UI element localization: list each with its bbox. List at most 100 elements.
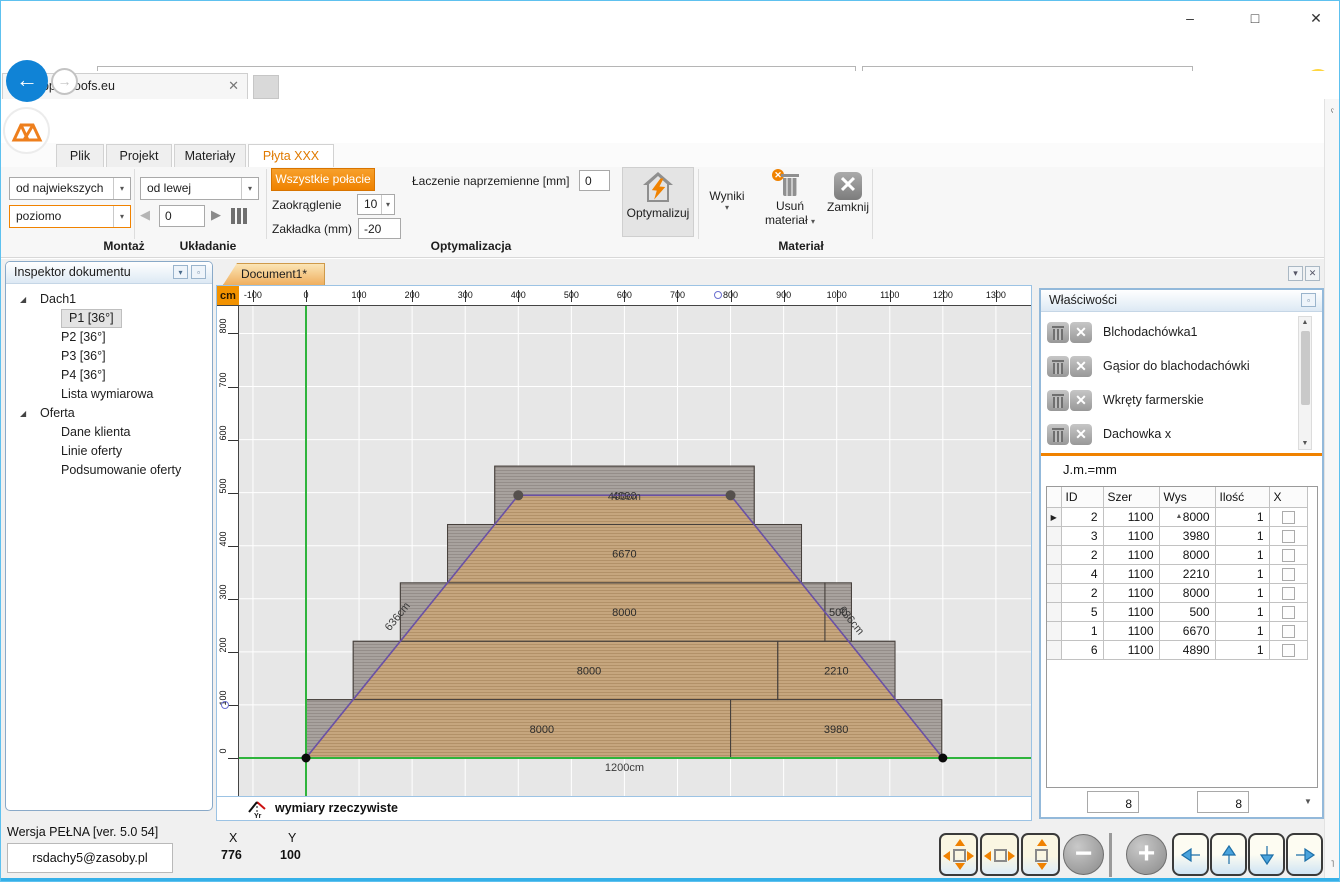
- step-left-icon[interactable]: ◀: [140, 207, 150, 223]
- chevron-down-icon[interactable]: ▾: [241, 178, 258, 199]
- tree-item[interactable]: Lista wymiarowa: [6, 385, 212, 404]
- column-header[interactable]: X: [1269, 487, 1307, 508]
- drawing-area[interactable]: 80003980800022108000500667048901200cm400…: [239, 306, 1031, 796]
- scroll-thumb[interactable]: [1301, 331, 1310, 405]
- scroll-up-icon[interactable]: ˤ: [1325, 107, 1340, 117]
- row-checkbox[interactable]: [1282, 625, 1295, 638]
- sort-order-combo[interactable]: od najwiekszych ▾: [9, 177, 131, 200]
- ribbon-tab-materialy[interactable]: Materiały: [174, 144, 246, 167]
- row-checkbox[interactable]: [1282, 644, 1295, 657]
- orientation-combo[interactable]: poziomo ▾: [9, 205, 131, 228]
- material-list-item[interactable]: ✕Dachowka x: [1047, 422, 1295, 452]
- row-checkbox[interactable]: [1282, 606, 1295, 619]
- tree-expander-icon[interactable]: ◢: [20, 290, 26, 309]
- tab-close-icon[interactable]: ✕: [1305, 266, 1320, 281]
- table-row[interactable]: 4110022101: [1047, 565, 1307, 584]
- new-tab-button[interactable]: [253, 75, 279, 99]
- tree-item[interactable]: ◢ Dach1: [6, 290, 212, 309]
- footer-count-input-2[interactable]: [1197, 791, 1249, 813]
- tree-item[interactable]: P2 [36°]: [6, 328, 212, 347]
- column-header[interactable]: Szer: [1103, 487, 1159, 508]
- step-right-icon[interactable]: ▶: [211, 207, 221, 223]
- column-header[interactable]: Ilość: [1215, 487, 1269, 508]
- materials-scrollbar[interactable]: ▲ ▼: [1298, 316, 1312, 450]
- remove-material-button[interactable]: ✕ Usuń materiał ▾: [758, 167, 822, 237]
- scroll-down-icon[interactable]: ˥: [1325, 859, 1340, 869]
- minimize-icon[interactable]: –: [1173, 7, 1207, 29]
- rounding-combo[interactable]: 10 ▾: [357, 194, 395, 215]
- panel-collapse-icon[interactable]: ▫: [191, 265, 206, 279]
- trash-icon[interactable]: [1047, 356, 1069, 377]
- tree-item-label[interactable]: P4 [36°]: [61, 366, 106, 385]
- tab-close-icon[interactable]: ✕: [228, 78, 239, 94]
- remove-x-icon[interactable]: ✕: [1070, 424, 1092, 445]
- table-row[interactable]: 511005001: [1047, 603, 1307, 622]
- align-combo[interactable]: od lewej ▾: [140, 177, 259, 200]
- row-checkbox[interactable]: [1282, 587, 1295, 600]
- trash-icon[interactable]: [1047, 424, 1069, 445]
- fit-width-button[interactable]: [980, 833, 1019, 876]
- zoom-in-button[interactable]: +: [1126, 834, 1167, 875]
- tree-expander-icon[interactable]: ◢: [20, 404, 26, 423]
- scroll-up-icon[interactable]: ▲: [1299, 319, 1311, 326]
- table-row[interactable]: 3110039801: [1047, 527, 1307, 546]
- tree-item[interactable]: P4 [36°]: [6, 366, 212, 385]
- columns-icon[interactable]: [231, 207, 249, 225]
- pan-up-button[interactable]: [1210, 833, 1247, 876]
- scroll-down-icon[interactable]: ▼: [1304, 797, 1312, 806]
- fit-all-button[interactable]: [939, 833, 978, 876]
- tree-item[interactable]: ◢ Oferta: [6, 404, 212, 423]
- tree-item-label[interactable]: Dach1: [40, 290, 76, 309]
- tree-item[interactable]: Linie oferty: [6, 442, 212, 461]
- column-header[interactable]: Wys: [1159, 487, 1215, 508]
- row-checkbox[interactable]: [1282, 549, 1295, 562]
- row-checkbox[interactable]: [1282, 530, 1295, 543]
- table-row[interactable]: 2110080001: [1047, 584, 1307, 603]
- table-row[interactable]: 6110048901: [1047, 641, 1307, 660]
- column-header[interactable]: ID: [1061, 487, 1103, 508]
- tree-item[interactable]: Dane klienta: [6, 423, 212, 442]
- maximize-icon[interactable]: □: [1238, 7, 1272, 29]
- ribbon-tab-plyta[interactable]: Płyta XXX: [248, 144, 334, 167]
- tree-item-label-selected[interactable]: P1 [36°]: [61, 309, 122, 328]
- fit-height-button[interactable]: [1021, 833, 1060, 876]
- remove-x-icon[interactable]: ✕: [1070, 356, 1092, 377]
- scroll-up-icon[interactable]: ▲: [1044, 513, 1314, 520]
- tree-item-label[interactable]: P3 [36°]: [61, 347, 106, 366]
- offset-input[interactable]: 0: [159, 205, 205, 227]
- trash-icon[interactable]: [1047, 322, 1069, 343]
- tree-item-label[interactable]: Podsumowanie oferty: [61, 461, 181, 480]
- tree-item-label[interactable]: Oferta: [40, 404, 75, 423]
- chevron-down-icon[interactable]: ▾: [113, 206, 130, 227]
- panel-menu-icon[interactable]: ▾: [173, 265, 188, 279]
- tree-item[interactable]: P3 [36°]: [6, 347, 212, 366]
- ribbon-tab-plik[interactable]: Plik: [56, 144, 104, 167]
- tree-item-label[interactable]: Linie oferty: [61, 442, 122, 461]
- results-button[interactable]: Wyniki ▾: [700, 167, 754, 237]
- zoom-out-button[interactable]: −: [1063, 834, 1104, 875]
- app-logo[interactable]: [3, 107, 50, 154]
- table-row[interactable]: 2110080001: [1047, 546, 1307, 565]
- material-list-item[interactable]: ✕Blchodachówka1: [1047, 320, 1295, 350]
- chevron-down-icon[interactable]: ▾: [113, 178, 130, 199]
- pan-right-button[interactable]: [1286, 833, 1323, 876]
- material-list-item[interactable]: ✕Wkręty farmerskie: [1047, 388, 1295, 418]
- tree-item-label[interactable]: Dane klienta: [61, 423, 131, 442]
- all-slopes-button[interactable]: Wszystkie połacie: [271, 168, 375, 191]
- footer-count-input-1[interactable]: [1087, 791, 1139, 813]
- scroll-down-icon[interactable]: ▼: [1299, 440, 1311, 447]
- back-icon[interactable]: ←: [6, 60, 48, 102]
- document-tab[interactable]: Document1*: [223, 263, 325, 285]
- tree-item-label[interactable]: Lista wymiarowa: [61, 385, 153, 404]
- panel-collapse-icon[interactable]: ▫: [1301, 293, 1316, 307]
- row-checkbox[interactable]: [1282, 568, 1295, 581]
- ribbon-tab-projekt[interactable]: Projekt: [106, 144, 172, 167]
- close-icon[interactable]: ✕: [1299, 7, 1333, 29]
- pan-left-button[interactable]: [1172, 833, 1209, 876]
- tree-item[interactable]: P1 [36°]: [6, 309, 212, 328]
- forward-icon[interactable]: →: [51, 68, 78, 95]
- optimize-button[interactable]: Optymalizuj: [622, 167, 694, 237]
- tree-item-label[interactable]: P2 [36°]: [61, 328, 106, 347]
- material-list-item[interactable]: ✕Gąsior do blachodachówki: [1047, 354, 1295, 384]
- tab-list-icon[interactable]: ▾: [1288, 266, 1303, 281]
